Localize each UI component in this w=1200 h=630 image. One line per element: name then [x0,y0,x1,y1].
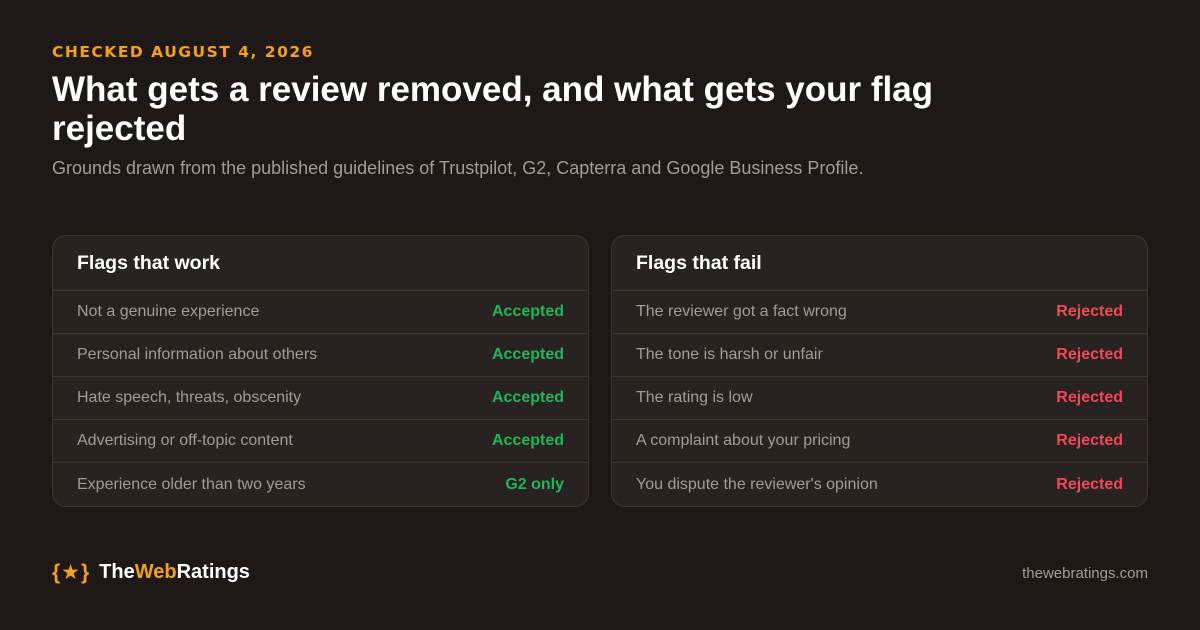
flag-reason: Personal information about others [77,346,318,363]
flag-reason: Not a genuine experience [77,303,260,320]
status-badge: Rejected [1056,303,1123,320]
flag-reason: Advertising or off-topic content [77,432,293,449]
flags-that-fail-card: Flags that fail The reviewer got a fact … [611,235,1148,507]
list-item: The reviewer got a fact wrong Rejected [612,291,1147,334]
status-badge: Accepted [491,389,564,406]
site-domain: thewebratings.com [1022,565,1148,582]
flag-reason: A complaint about your pricing [636,432,851,449]
status-badge: Accepted [491,346,564,363]
page-subtitle: Grounds drawn from the published guideli… [52,158,864,178]
star-bracket-icon: {★} [52,561,91,584]
flag-reason: The rating is low [636,389,753,406]
status-badge: Accepted [491,432,564,449]
brand-name-ratings: Ratings [176,561,250,583]
status-badge: G2 only [505,475,564,493]
status-badge: Accepted [491,303,564,320]
list-item: A complaint about your pricing Rejected [612,420,1147,463]
list-item: Experience older than two years G2 only [53,463,588,506]
flag-reason: Experience older than two years [77,475,306,493]
list-item: You dispute the reviewer's opinion Rejec… [612,463,1147,506]
flag-reason: You dispute the reviewer's opinion [636,475,878,493]
list-item: The rating is low Rejected [612,377,1147,420]
flag-reason: The tone is harsh or unfair [636,346,823,363]
flag-reason: Hate speech, threats, obscenity [77,389,302,406]
list-item: Personal information about others Accept… [53,334,588,377]
brand-name-web: Web [134,561,177,583]
flag-reason: The reviewer got a fact wrong [636,303,847,320]
flags-that-work-card: Flags that work Not a genuine experience… [52,235,589,507]
card-title-fail: Flags that fail [612,236,1147,291]
status-badge: Rejected [1056,432,1123,449]
status-badge: Rejected [1056,389,1123,406]
status-badge: Rejected [1056,475,1123,493]
brand-name-the: The [99,561,135,583]
card-title-work: Flags that work [53,236,588,291]
list-item: The tone is harsh or unfair Rejected [612,334,1147,377]
list-item: Advertising or off-topic content Accepte… [53,420,588,463]
page-title: What gets a review removed, and what get… [52,70,934,148]
brand-logo: {★} The Web Ratings [52,560,250,585]
list-item: Hate speech, threats, obscenity Accepted [53,377,588,420]
status-badge: Rejected [1056,346,1123,363]
list-item: Not a genuine experience Accepted [53,291,588,334]
checked-date-eyebrow: CHECKED AUGUST 4, 2026 [52,43,314,61]
